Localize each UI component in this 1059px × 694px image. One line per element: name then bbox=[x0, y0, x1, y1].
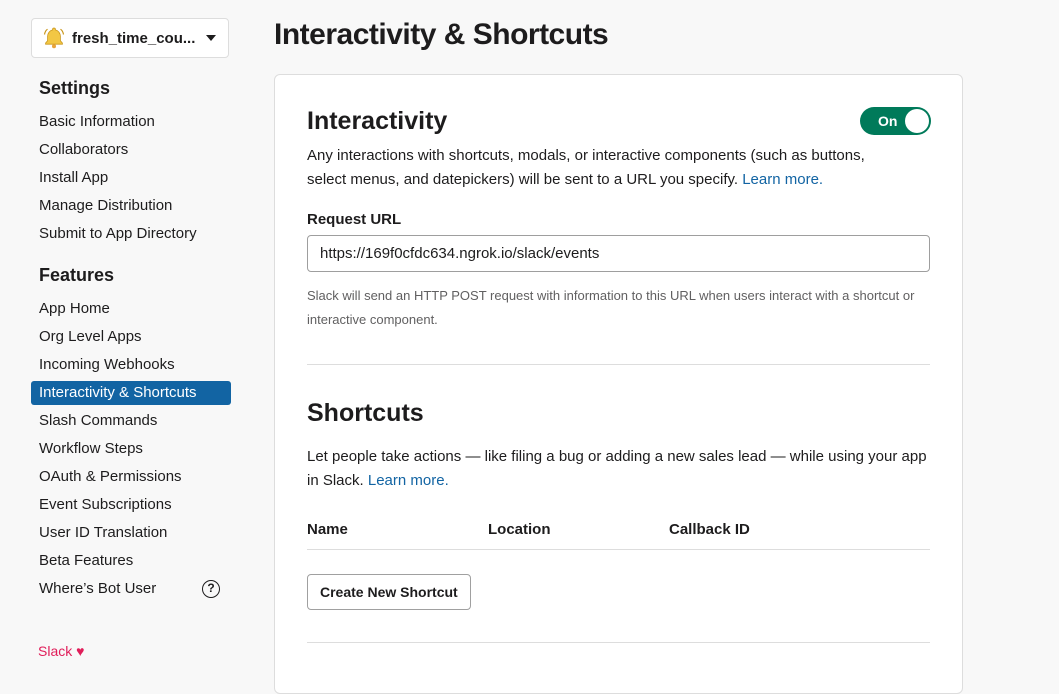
column-header-name: Name bbox=[307, 521, 348, 538]
sidebar-item-interactivity-shortcuts[interactable]: Interactivity & Shortcuts bbox=[31, 381, 231, 405]
features-heading: Features bbox=[39, 265, 115, 285]
sidebar-item-basic-information[interactable]: Basic Information bbox=[31, 110, 231, 134]
request-url-label: Request URL bbox=[307, 211, 402, 228]
sidebar-item-wheres-bot-user[interactable]: Where’s Bot User bbox=[31, 577, 231, 601]
sidebar-item-manage-distribution[interactable]: Manage Distribution bbox=[31, 194, 231, 218]
request-url-hint: Slack will send an HTTP POST request wit… bbox=[307, 288, 915, 327]
bell-icon bbox=[41, 25, 67, 51]
sidebar-item-slash-commands[interactable]: Slash Commands bbox=[31, 409, 231, 433]
sidebar-item-install-app[interactable]: Install App bbox=[31, 166, 231, 190]
create-new-shortcut-button[interactable]: Create New Shortcut bbox=[307, 574, 471, 610]
sidebar-item-workflow-steps[interactable]: Workflow Steps bbox=[31, 437, 231, 461]
sidebar-item-event-subscriptions[interactable]: Event Subscriptions bbox=[31, 493, 231, 517]
sidebar-item-incoming-webhooks[interactable]: Incoming Webhooks bbox=[31, 353, 231, 377]
sidebar-item-user-id-translation[interactable]: User ID Translation bbox=[31, 521, 231, 545]
table-header-divider bbox=[307, 549, 930, 550]
heart-icon: ♥ bbox=[76, 643, 85, 659]
app-name: fresh_time_cou... bbox=[72, 29, 196, 47]
page-title: Interactivity & Shortcuts bbox=[274, 18, 609, 51]
settings-card: Interactivity On Any interactions with s… bbox=[274, 74, 963, 694]
section-divider bbox=[307, 364, 930, 365]
settings-heading: Settings bbox=[39, 78, 111, 98]
sidebar-item-collaborators[interactable]: Collaborators bbox=[31, 138, 231, 162]
toggle-label: On bbox=[878, 113, 898, 129]
shortcuts-heading: Shortcuts bbox=[307, 399, 424, 427]
shortcuts-description: Let people take actions — like filing a … bbox=[307, 445, 930, 493]
app-selector[interactable]: fresh_time_cou... bbox=[31, 18, 229, 58]
chevron-down-icon bbox=[206, 35, 216, 41]
sidebar-item-oauth-permissions[interactable]: OAuth & Permissions bbox=[31, 465, 231, 489]
footer-slack-link[interactable]: Slack bbox=[38, 643, 72, 659]
sidebar-item-submit-to-app-directory[interactable]: Submit to App Directory bbox=[31, 222, 231, 246]
column-header-location: Location bbox=[488, 521, 551, 538]
sidebar-item-app-home[interactable]: App Home bbox=[31, 297, 231, 321]
section-divider-bottom bbox=[307, 642, 930, 643]
sidebar-item-org-level-apps[interactable]: Org Level Apps bbox=[31, 325, 231, 349]
sidebar-item-beta-features[interactable]: Beta Features bbox=[31, 549, 231, 573]
toggle-knob bbox=[905, 109, 929, 133]
interactivity-description: Any interactions with shortcuts, modals,… bbox=[307, 144, 907, 192]
request-url-input[interactable] bbox=[307, 235, 930, 272]
interactivity-learn-more-link[interactable]: Learn more. bbox=[742, 171, 823, 188]
sidebar: fresh_time_cou... Settings Basic Informa… bbox=[0, 0, 262, 665]
interactivity-toggle[interactable]: On bbox=[860, 107, 931, 135]
footer[interactable]: Slack ♥ bbox=[38, 643, 84, 659]
interactivity-heading: Interactivity bbox=[307, 107, 448, 135]
shortcuts-learn-more-link[interactable]: Learn more. bbox=[368, 472, 449, 489]
column-header-callback-id: Callback ID bbox=[669, 521, 750, 538]
help-icon[interactable]: ? bbox=[202, 580, 220, 598]
